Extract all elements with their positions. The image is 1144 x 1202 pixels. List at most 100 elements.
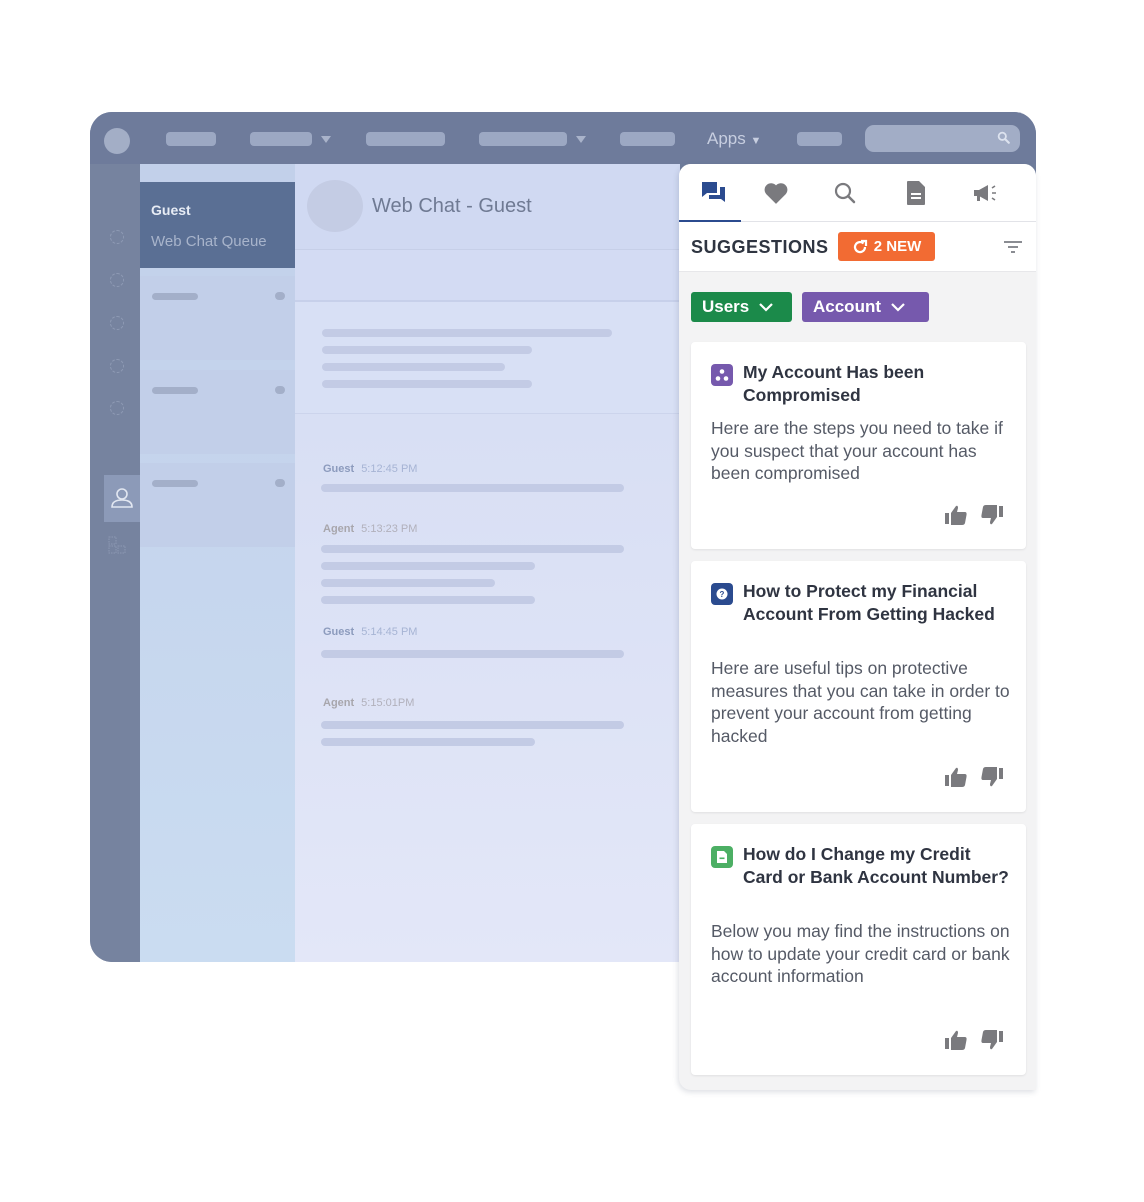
placeholder-text [322, 346, 532, 354]
search-icon [997, 131, 1010, 147]
tab-documents[interactable] [881, 164, 951, 222]
placeholder-text [152, 387, 198, 394]
message-meta: Agent 5:15:01PM [323, 697, 415, 709]
suggestion-summary: Here are useful tips on protective measu… [711, 658, 1010, 746]
suggestion-title: How do I Change my Credit Card or Bank A… [743, 844, 1009, 887]
placeholder-text [322, 380, 532, 388]
rail-nav-icon[interactable] [110, 359, 124, 373]
queue-item[interactable] [140, 276, 295, 360]
suggestions-header: SUGGESTIONS 2 NEW [679, 222, 1036, 272]
filter-chip-account[interactable]: Account [802, 292, 929, 322]
placeholder-text [322, 363, 505, 371]
suggestion-card[interactable]: How do I Change my Credit Card or Bank A… [691, 824, 1026, 1075]
avatar [307, 180, 363, 232]
heart-icon [764, 183, 788, 204]
conversation-queue-list: Guest Web Chat Queue [140, 164, 295, 962]
queue-contact-name: Guest [151, 202, 191, 218]
thumbs-down-icon[interactable] [980, 766, 1004, 788]
chat-transcript-panel: Web Chat - Guest Guest 5:12:45 PM Agent 5:… [295, 164, 680, 962]
rail-nav-icon[interactable] [110, 401, 124, 415]
refresh-icon [853, 239, 867, 253]
caret-down-icon [576, 136, 586, 143]
status-dot [275, 386, 285, 394]
rail-contacts-button[interactable] [104, 475, 140, 522]
status-dot [275, 479, 285, 487]
nav-item-placeholder[interactable] [797, 132, 842, 146]
suggestion-title: How to Protect my Financial Account From… [743, 581, 995, 624]
queue-item-active[interactable]: Guest Web Chat Queue [140, 182, 295, 268]
rail-nav-icon[interactable] [110, 273, 124, 287]
caret-down-icon: ▼ [750, 135, 762, 147]
chat-summary [295, 302, 680, 414]
chat-toolbar [295, 250, 680, 302]
feedback-controls [944, 766, 1004, 788]
left-icon-rail [90, 164, 140, 962]
message-text [321, 562, 535, 570]
placeholder-text [152, 480, 198, 487]
user-icon [111, 488, 133, 508]
chevron-down-icon [891, 302, 905, 312]
nav-item-placeholder[interactable] [250, 132, 312, 146]
rail-nav-icon[interactable] [110, 230, 124, 244]
org-chart-icon[interactable] [108, 536, 126, 559]
rail-nav-icon[interactable] [110, 316, 124, 330]
suggestion-card[interactable]: My Account Has been Compromised Here are… [691, 342, 1026, 549]
message-text [321, 484, 624, 492]
panel-tabs [679, 164, 1036, 223]
message-text [321, 650, 624, 658]
document-icon [711, 846, 733, 868]
app-logo [104, 128, 130, 154]
nav-item-placeholder[interactable] [479, 132, 567, 146]
thumbs-up-icon[interactable] [944, 766, 968, 788]
hierarchy-icon [711, 364, 733, 386]
search-icon [834, 182, 856, 204]
filter-chip-users[interactable]: Users [691, 292, 792, 322]
tab-announcements[interactable] [951, 164, 1021, 222]
message-text [321, 545, 624, 553]
document-icon [907, 181, 925, 205]
status-dot [275, 292, 285, 300]
tab-search[interactable] [810, 164, 880, 222]
global-search-input[interactable] [865, 125, 1020, 152]
suggestion-summary: Here are the steps you need to take if y… [711, 418, 1003, 483]
section-title: SUGGESTIONS [691, 237, 829, 257]
feedback-controls [944, 504, 1004, 526]
chat-title: Web Chat - Guest [372, 195, 532, 217]
thumbs-up-icon[interactable] [944, 1029, 968, 1051]
thumbs-down-icon[interactable] [980, 1029, 1004, 1051]
question-bubble-icon: ? [711, 583, 733, 605]
nav-item-placeholder[interactable] [620, 132, 675, 146]
chat-bubbles-icon [702, 182, 725, 202]
placeholder-text [322, 329, 612, 337]
chevron-down-icon [759, 302, 774, 312]
message-text [321, 579, 495, 587]
message-text [321, 596, 535, 604]
chat-header: Web Chat - Guest [295, 164, 680, 250]
message-meta: Guest 5:12:45 PM [323, 463, 418, 475]
queue-name: Web Chat Queue [151, 233, 267, 250]
thumbs-up-icon[interactable] [944, 504, 968, 526]
nav-item-placeholder[interactable] [166, 132, 216, 146]
svg-text:?: ? [720, 590, 725, 599]
feedback-controls [944, 1029, 1004, 1051]
caret-down-icon [321, 136, 331, 143]
placeholder-text [152, 293, 198, 300]
suggestion-card[interactable]: ? How to Protect my Financial Account Fr… [691, 561, 1026, 812]
megaphone-icon [974, 185, 996, 201]
message-meta: Agent 5:13:23 PM [323, 523, 418, 535]
suggestion-title: My Account Has been Compromised [743, 362, 925, 405]
top-navigation-bar: Apps ▼ [90, 112, 1036, 164]
thumbs-down-icon[interactable] [980, 504, 1004, 526]
refresh-new-suggestions-button[interactable]: 2 NEW [838, 232, 935, 261]
message-text [321, 738, 535, 746]
queue-item[interactable] [140, 463, 295, 547]
tab-conversations[interactable] [679, 164, 749, 223]
message-meta: Guest 5:14:45 PM [323, 626, 418, 638]
nav-item-placeholder[interactable] [366, 132, 445, 146]
tab-favorites[interactable] [741, 164, 811, 222]
queue-item[interactable] [140, 370, 295, 454]
suggestion-summary: Below you may find the instructions on h… [711, 921, 1010, 986]
filter-icon[interactable] [1004, 240, 1022, 259]
apps-menu[interactable]: Apps ▼ [707, 129, 761, 149]
message-text [321, 721, 624, 729]
